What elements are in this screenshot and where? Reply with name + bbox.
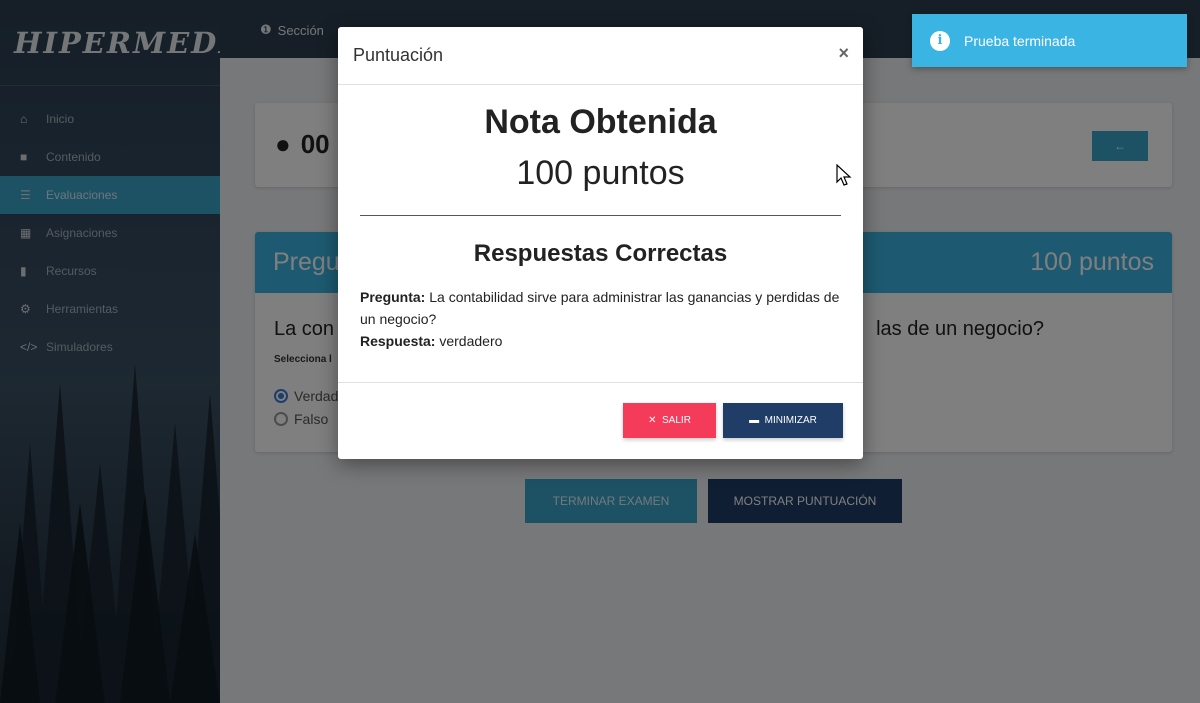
- exit-button[interactable]: ✕ SALIR: [623, 403, 716, 438]
- question-content: La contabilidad sirve para administrar l…: [360, 289, 840, 327]
- answer-label: Respuesta:: [360, 333, 436, 349]
- answer-content: verdadero: [439, 333, 503, 349]
- score-modal: Puntuación × Nota Obtenida 100 puntos Re…: [338, 27, 863, 459]
- divider: [360, 215, 841, 216]
- exit-label: SALIR: [662, 415, 691, 426]
- score-value: 100 puntos: [516, 154, 685, 192]
- minimize-icon: ▬: [749, 415, 760, 426]
- score-title: Nota Obtenida: [484, 103, 717, 141]
- answer-block: Pregunta: La contabilidad sirve para adm…: [360, 286, 841, 352]
- modal-header: Puntuación ×: [338, 27, 863, 85]
- minimize-button[interactable]: ▬ MINIMIZAR: [723, 403, 843, 438]
- minimize-label: MINIMIZAR: [764, 415, 817, 426]
- toast-text: Prueba terminada: [964, 32, 1076, 49]
- modal-title: Puntuación: [353, 45, 444, 65]
- mouse-cursor-icon: [836, 164, 852, 186]
- question-label: Pregunta:: [360, 289, 426, 305]
- close-icon[interactable]: ×: [838, 43, 849, 64]
- close-icon: ✕: [648, 415, 657, 426]
- question-line: Pregunta: La contabilidad sirve para adm…: [360, 286, 841, 330]
- answer-line: Respuesta: verdadero: [360, 330, 841, 352]
- correct-answers-title: Respuestas Correctas: [473, 240, 728, 267]
- info-icon: i: [930, 30, 950, 51]
- modal-footer: ✕ SALIR ▬ MINIMIZAR: [338, 382, 863, 459]
- notification-toast[interactable]: i Prueba terminada: [912, 14, 1187, 67]
